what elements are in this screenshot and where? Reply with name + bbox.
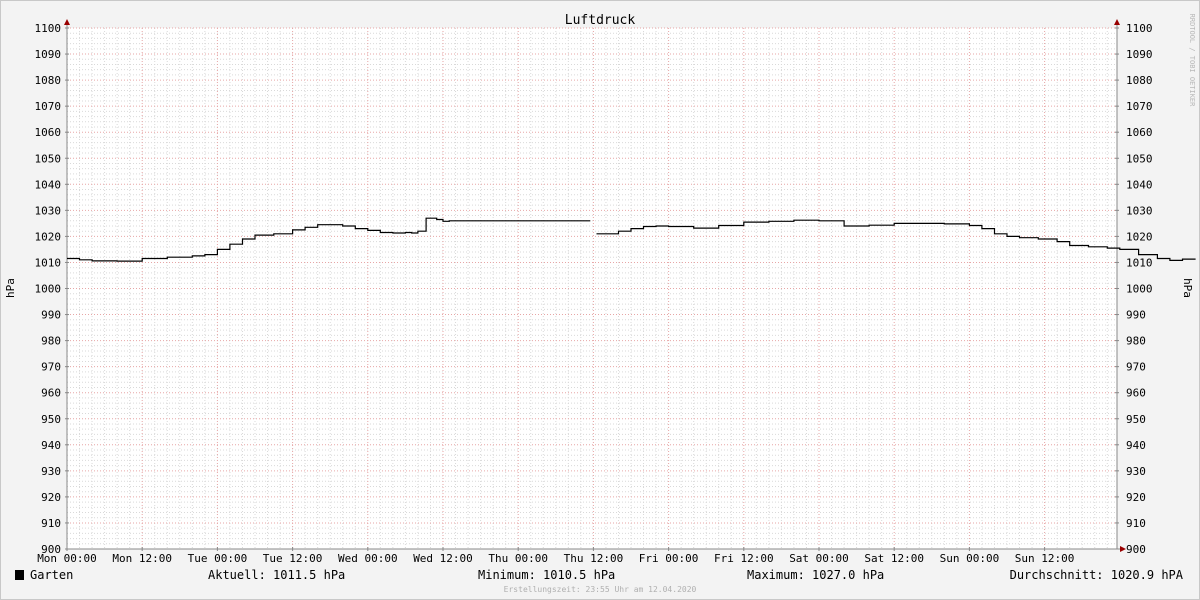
- x-tick-labels: Mon 00:00 Mon 12:00 Tue 00:00 Tue 12:00 Wed …: [37, 552, 1074, 565]
- y-tick-label-left: 940: [41, 439, 61, 452]
- y-tick-label-left: 1060: [35, 126, 62, 139]
- y-tick-label-left: 1000: [35, 283, 62, 296]
- y-axis-left-arrow: [64, 19, 70, 25]
- y-tick-label-right: 900: [1126, 543, 1146, 556]
- x-tick-label: Mon 00:00: [37, 552, 97, 565]
- x-tick-label: Mon 12:00: [112, 552, 172, 565]
- y-tick-label-right: 970: [1126, 361, 1146, 374]
- y-tick-label-left: 910: [41, 517, 61, 530]
- legend-minimum: Minimum: 1010.5 hPa: [478, 568, 615, 582]
- y-tick-label-left: 970: [41, 361, 61, 374]
- y-tick-label-left: 1100: [35, 22, 62, 35]
- x-tick-label: Wed 00:00: [338, 552, 398, 565]
- y-tick-label-right: 1060: [1126, 126, 1153, 139]
- legend-durchschnitt: Durchschnitt: 1020.9 hPA: [1010, 568, 1184, 582]
- y-axis-right-arrow: [1114, 19, 1120, 25]
- y-tick-label-right: 1050: [1126, 152, 1153, 165]
- y-tick-label-right: 940: [1126, 439, 1146, 452]
- y-tick-label-right: 950: [1126, 413, 1146, 426]
- y-tick-label-left: 950: [41, 413, 61, 426]
- y-tick-label-left: 1070: [35, 100, 62, 113]
- y-tick-label-right: 1000: [1126, 283, 1153, 296]
- y-tick-label-left: 1050: [35, 152, 62, 165]
- y-tick-label-left: 980: [41, 335, 61, 348]
- x-tick-label: Tue 12:00: [263, 552, 323, 565]
- y-axis-label-right: hPa: [1181, 278, 1194, 298]
- y-tick-label-right: 1090: [1126, 48, 1153, 61]
- pressure-chart: 900 900910 910920 920930 930940 940950 950960 9…: [4, 13, 1196, 594]
- x-tick-label: Thu 00:00: [488, 552, 548, 565]
- y-tick-label-right: 1080: [1126, 74, 1153, 87]
- y-tick-label-left: 920: [41, 491, 61, 504]
- y-tick-label-left: 1080: [35, 74, 62, 87]
- legend-swatch: [15, 570, 24, 580]
- y-axis-label-left: hPa: [4, 278, 17, 298]
- y-tick-label-right: 1020: [1126, 230, 1153, 243]
- y-tick-label-left: 1010: [35, 256, 62, 269]
- footer-created: Erstellungszeit: 23:55 Uhr am 12.04.2020: [504, 585, 697, 594]
- x-tick-label: Wed 12:00: [413, 552, 473, 565]
- legend-maximum: Maximum: 1027.0 hPa: [747, 568, 884, 582]
- y-tick-label-left: 1040: [35, 178, 62, 191]
- y-tick-label-right: 990: [1126, 309, 1146, 322]
- y-tick-label-left: 1090: [35, 48, 62, 61]
- y-tick-label-left: 960: [41, 387, 61, 400]
- x-tick-label: Sun 12:00: [1015, 552, 1075, 565]
- y-tick-label-right: 980: [1126, 335, 1146, 348]
- y-tick-label-right: 1030: [1126, 204, 1153, 217]
- x-tick-label: Sat 12:00: [864, 552, 924, 565]
- y-tick-label-left: 990: [41, 309, 61, 322]
- x-tick-label: Thu 12:00: [564, 552, 624, 565]
- x-tick-label: Fri 12:00: [714, 552, 774, 565]
- legend-series-label: Garten: [30, 568, 73, 582]
- legend-aktuell: Aktuell: 1011.5 hPa: [208, 568, 345, 582]
- y-tick-label-right: 910: [1126, 517, 1146, 530]
- y-tick-label-left: 930: [41, 465, 61, 478]
- y-tick-label-right: 920: [1126, 491, 1146, 504]
- x-tick-label: Sun 00:00: [940, 552, 1000, 565]
- x-tick-label: Tue 00:00: [188, 552, 248, 565]
- y-tick-label-right: 1040: [1126, 178, 1153, 191]
- y-tick-label-right: 1100: [1126, 22, 1153, 35]
- y-tick-label-left: 1020: [35, 230, 62, 243]
- x-tick-label: Sat 00:00: [789, 552, 849, 565]
- chart-title: Luftdruck: [565, 13, 636, 28]
- watermark: RRDTOOL / TOBI OETIKER: [1188, 14, 1196, 108]
- y-tick-label-right: 1070: [1126, 100, 1153, 113]
- x-tick-label: Fri 00:00: [639, 552, 699, 565]
- y-tick-label-right: 960: [1126, 387, 1146, 400]
- y-tick-label-right: 1010: [1126, 256, 1153, 269]
- y-tick-label-right: 930: [1126, 465, 1146, 478]
- y-tick-label-left: 1030: [35, 204, 62, 217]
